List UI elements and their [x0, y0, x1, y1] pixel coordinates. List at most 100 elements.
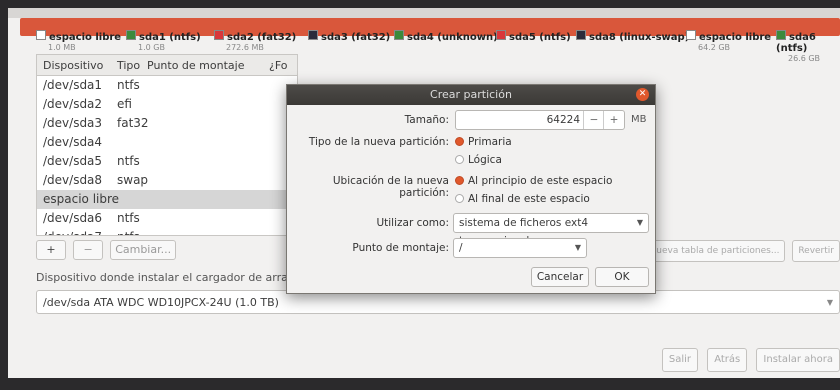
table-row[interactable]: /dev/sda2 efi — [37, 95, 297, 114]
column-header-device[interactable]: Dispositivo — [43, 59, 103, 72]
legend-item: sda2 (fat32) 272.6 MB — [214, 30, 296, 52]
type-cell: ntfs — [117, 230, 140, 235]
device-cell: espacio libre — [43, 192, 120, 206]
chevron-down-icon: ▼ — [574, 243, 581, 252]
radio-dot — [455, 176, 464, 185]
type-cell: ntfs — [117, 211, 140, 225]
type-cell: ntfs — [117, 78, 140, 92]
legend-name: sda5 (ntfs) — [509, 32, 571, 43]
navigation-buttons: Salir Atrás Instalar ahora — [656, 348, 840, 372]
cancel-button[interactable]: Cancelar — [531, 267, 589, 287]
install-now-button[interactable]: Instalar ahora — [756, 348, 840, 372]
table-row[interactable]: /dev/sda4 — [37, 133, 297, 152]
legend-name: espacio libre — [49, 32, 122, 43]
legend-swatch — [36, 30, 46, 40]
device-cell: /dev/sda8 — [43, 173, 103, 187]
new-partition-table-button[interactable]: Nueva tabla de particiones... — [643, 240, 786, 262]
dialog-titlebar: Crear partición ✕ — [287, 85, 655, 105]
back-button[interactable]: Atrás — [707, 348, 748, 372]
use-as-label: Utilizar como: — [376, 217, 449, 229]
location-label: Ubicación de la nueva partición: — [332, 175, 449, 199]
close-icon[interactable]: ✕ — [636, 88, 649, 101]
legend-name: sda3 (fat32) — [321, 32, 391, 43]
table-row[interactable]: espacio libre — [37, 190, 297, 209]
table-actions: Nueva tabla de particiones... Revertir — [640, 240, 840, 262]
legend-size: 1.0 MB — [48, 43, 76, 52]
radio-dot — [455, 155, 464, 164]
size-value: 64224 — [546, 114, 580, 126]
legend-size: 64.2 GB — [698, 43, 731, 52]
table-row[interactable]: /dev/sda7 ntfs — [37, 228, 297, 235]
installer-window: espacio libre 1.0 MB sda1 (ntfs) 1.0 GB sd… — [8, 8, 840, 378]
table-row[interactable]: /dev/sda6 ntfs — [37, 209, 297, 228]
chevron-down-icon: ▼ — [636, 218, 643, 227]
decrement-button[interactable]: − — [583, 111, 604, 129]
legend-swatch — [394, 30, 404, 40]
table-row[interactable]: /dev/sda1 ntfs — [37, 76, 297, 95]
legend-item: sda4 (unknown) — [394, 30, 498, 43]
partition-table: Dispositivo Tipo Punto de montaje ¿Fo /d… — [36, 54, 298, 236]
dialog-title: Crear partición — [430, 88, 512, 101]
radio-dot — [455, 137, 464, 146]
ok-button[interactable]: OK — [595, 267, 649, 287]
location-end-radio[interactable]: Al final de este espacio — [455, 193, 590, 205]
change-partition-button[interactable]: Cambiar... — [110, 240, 177, 260]
legend-name: sda4 (unknown) — [407, 32, 498, 43]
device-cell: /dev/sda2 — [43, 97, 103, 111]
legend-swatch — [214, 30, 224, 40]
size-label: Tamaño: — [404, 114, 449, 126]
location-start-label: Al principio de este espacio — [468, 175, 613, 187]
create-partition-dialog: Crear partición ✕ Tamaño: 64224 − + MB T… — [286, 84, 656, 294]
device-cell: /dev/sda6 — [43, 211, 103, 225]
table-body: /dev/sda1 ntfs/dev/sda2 efi/dev/sda3 fat32/… — [37, 76, 297, 235]
add-partition-button[interactable]: + — [36, 240, 66, 260]
legend-swatch — [776, 30, 786, 40]
type-cell: fat32 — [117, 116, 149, 130]
legend-swatch — [496, 30, 506, 40]
logical-label: Lógica — [468, 154, 502, 166]
size-unit: MB — [631, 114, 647, 125]
legend-item: sda6 (ntfs) 26.6 GB — [776, 30, 840, 63]
location-start-radio[interactable]: Al principio de este espacio — [455, 175, 612, 187]
primary-label: Primaria — [468, 136, 512, 148]
device-cell: /dev/sda5 — [43, 154, 103, 168]
legend-item: sda5 (ntfs) — [496, 30, 571, 43]
table-row[interactable]: /dev/sda3 fat32 — [37, 114, 297, 133]
legend-size: 26.6 GB — [788, 54, 821, 63]
radio-dot — [455, 194, 464, 203]
legend-swatch — [126, 30, 136, 40]
column-header-type[interactable]: Tipo — [117, 59, 140, 72]
device-cell: /dev/sda4 — [43, 135, 103, 149]
quit-button[interactable]: Salir — [661, 348, 698, 372]
table-buttons: + − Cambiar... — [36, 238, 178, 260]
table-row[interactable]: /dev/sda8 swap — [37, 171, 297, 190]
column-header-format[interactable]: ¿Fo — [269, 59, 288, 72]
device-cell: /dev/sda1 — [43, 78, 103, 92]
mount-point-select[interactable]: / ▼ — [453, 238, 587, 258]
mount-point-value: / — [459, 242, 463, 254]
column-header-mount[interactable]: Punto de montaje — [147, 59, 244, 72]
legend-item: espacio libre 1.0 MB — [36, 30, 121, 52]
use-as-select[interactable]: sistema de ficheros ext4 transaccional ▼ — [453, 213, 649, 247]
type-cell: swap — [117, 173, 149, 187]
primary-radio[interactable]: Primaria — [455, 136, 512, 148]
logical-radio[interactable]: Lógica — [455, 154, 502, 166]
device-cell: /dev/sda7 — [43, 230, 102, 235]
increment-button[interactable]: + — [603, 111, 624, 129]
table-header: Dispositivo Tipo Punto de montaje ¿Fo — [37, 55, 297, 76]
revert-button[interactable]: Revertir — [792, 240, 840, 262]
legend-swatch — [308, 30, 318, 40]
legend-name: sda1 (ntfs) — [139, 32, 201, 43]
legend-swatch — [686, 30, 696, 40]
size-spinner[interactable]: 64224 − + — [455, 110, 625, 130]
legend-name: sda2 (fat32) — [227, 32, 297, 43]
legend-size: 272.6 MB — [226, 43, 264, 52]
bootloader-value: /dev/sda ATA WDC WD10JPCX-24U (1.0 TB) — [43, 296, 279, 309]
table-row[interactable]: /dev/sda5 ntfs — [37, 152, 297, 171]
legend-item: sda8 (linux-swap) — [576, 30, 689, 43]
location-end-label: Al final de este espacio — [468, 193, 590, 205]
legend-item: sda1 (ntfs) 1.0 GB — [126, 30, 201, 52]
remove-partition-button[interactable]: − — [73, 240, 104, 260]
type-cell: efi — [117, 97, 132, 111]
legend-size: 1.0 GB — [138, 43, 165, 52]
